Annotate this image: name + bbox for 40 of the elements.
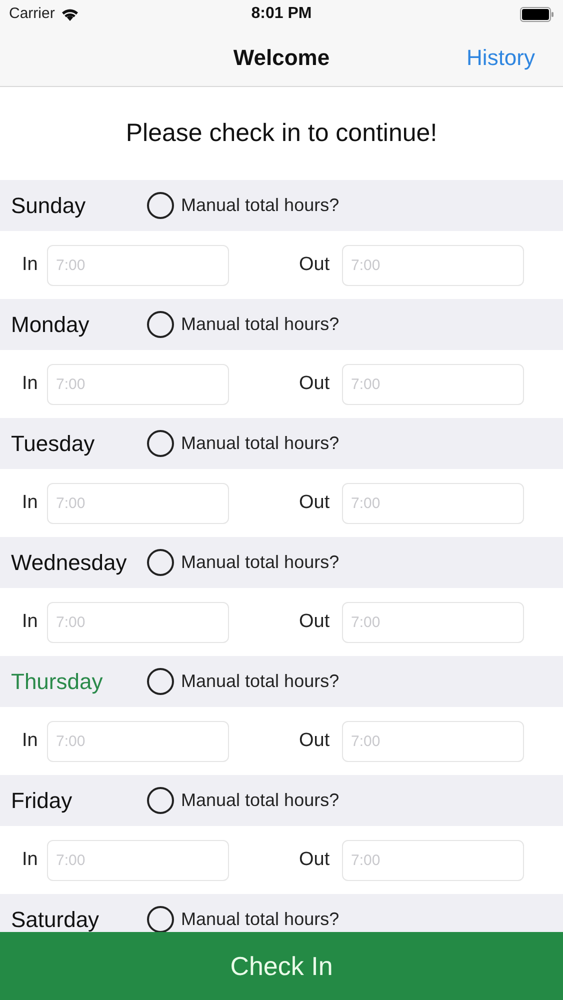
day-name: Tuesday xyxy=(11,432,96,454)
in-label: In xyxy=(22,848,39,872)
out-label: Out xyxy=(299,848,331,872)
check-in-button[interactable]: Check In xyxy=(0,932,563,1000)
battery-icon xyxy=(520,6,554,22)
radio-button[interactable] xyxy=(147,430,174,457)
day-name: Monday xyxy=(11,314,90,336)
out-label: Out xyxy=(299,610,331,634)
in-label: In xyxy=(22,490,39,515)
out-label: Out xyxy=(299,728,331,753)
radio-label: Manual total hours? xyxy=(181,551,340,574)
day-name: Friday xyxy=(11,790,74,812)
radio-button[interactable] xyxy=(147,192,174,219)
in-label: In xyxy=(22,728,39,753)
radio-label: Manual total hours? xyxy=(181,670,340,693)
in-label: In xyxy=(22,372,39,396)
wifi-icon xyxy=(60,8,79,20)
history-button[interactable]: History xyxy=(466,40,535,74)
clock-text: 8:01 PM xyxy=(251,4,312,24)
radio-button[interactable] xyxy=(147,549,174,576)
day-name: Wednesday xyxy=(11,552,128,574)
radio-label: Manual total hours? xyxy=(181,908,340,931)
radio-label: Manual total hours? xyxy=(181,432,340,455)
nav-title: Welcome xyxy=(233,44,330,72)
prompt-text: Please check in to continue! xyxy=(126,118,438,149)
in-label: In xyxy=(22,610,39,634)
radio-button[interactable] xyxy=(147,668,174,695)
radio-label: Manual total hours? xyxy=(181,313,340,336)
radio-button[interactable] xyxy=(147,311,174,338)
carrier-text: Carrier xyxy=(9,4,55,24)
radio-label: Manual total hours? xyxy=(181,789,340,812)
in-label: In xyxy=(22,252,39,277)
day-name: Sunday xyxy=(11,194,87,216)
out-label: Out xyxy=(299,252,331,277)
day-name: Saturday xyxy=(11,908,100,930)
out-label: Out xyxy=(299,372,331,396)
radio-label: Manual total hours? xyxy=(181,194,340,217)
radio-button[interactable] xyxy=(147,787,174,814)
out-label: Out xyxy=(299,490,331,515)
day-name: Thursday xyxy=(11,670,104,692)
